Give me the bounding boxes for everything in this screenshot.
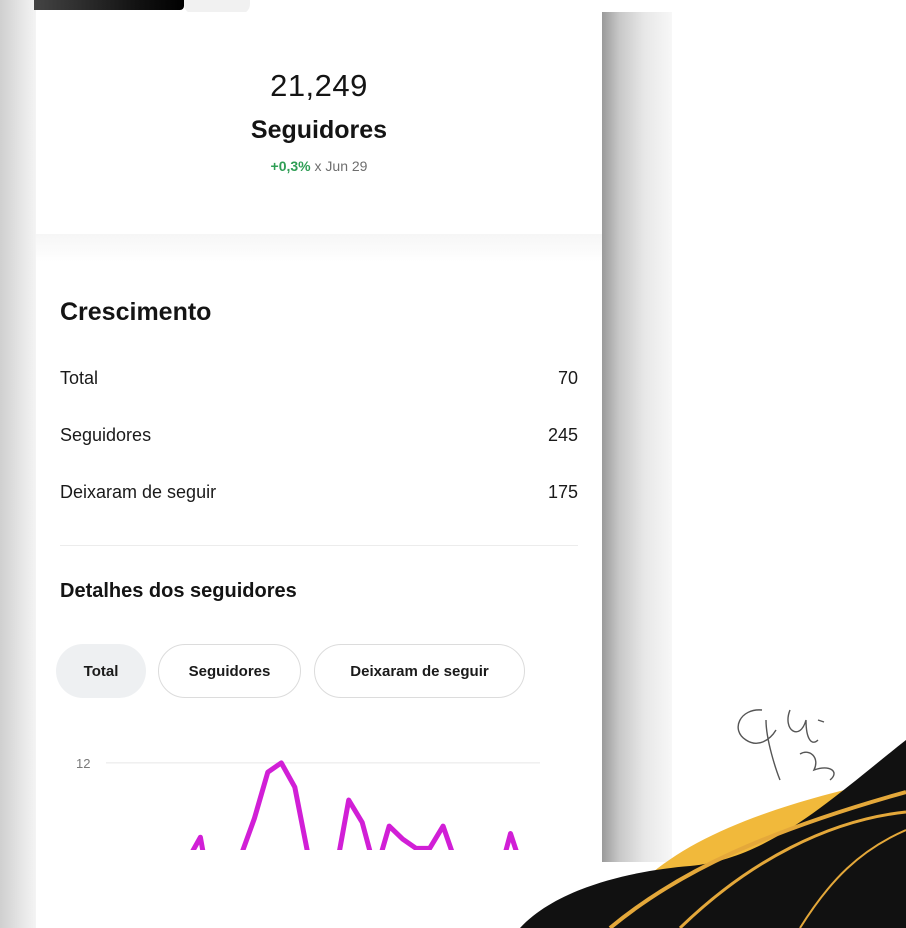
details-title: Detalhes dos seguidores <box>60 580 297 602</box>
change-line: +0,3% x Jun 29 <box>36 158 602 174</box>
series-line <box>190 760 519 850</box>
row-value: 70 <box>557 368 578 388</box>
tab-total[interactable]: Total <box>56 644 146 698</box>
followers-summary: 21,249 Seguidores +0,3% x Jun 29 <box>36 12 602 236</box>
tab-unfollowed[interactable]: Deixaram de seguir <box>314 644 525 698</box>
followers-count: 21,249 <box>270 68 368 103</box>
background-strip <box>0 0 36 928</box>
row-label: Deixaram de seguir <box>60 482 217 502</box>
y-tick-label: 12 <box>76 756 90 771</box>
divider <box>60 545 578 546</box>
row-label: Total <box>60 368 99 388</box>
row-value: 245 <box>547 425 578 445</box>
followers-label: Seguidores <box>250 116 388 144</box>
row-label: Seguidores <box>60 425 152 445</box>
growth-row-total: Total 70 <box>60 368 578 394</box>
section-separator <box>36 234 602 262</box>
tab-followers[interactable]: Seguidores <box>158 644 301 698</box>
growth-row-followers: Seguidores 245 <box>60 425 578 451</box>
change-percent: +0,3% <box>270 158 311 174</box>
top-bar-fragment <box>34 0 184 10</box>
signature <box>737 709 835 781</box>
growth-title: Crescimento <box>60 298 212 326</box>
growth-row-unfollowed: Deixaram de seguir 175 <box>60 482 578 508</box>
decorative-swirl <box>520 709 906 928</box>
row-value: 175 <box>547 482 578 502</box>
change-suffix: x Jun 29 <box>310 158 368 174</box>
